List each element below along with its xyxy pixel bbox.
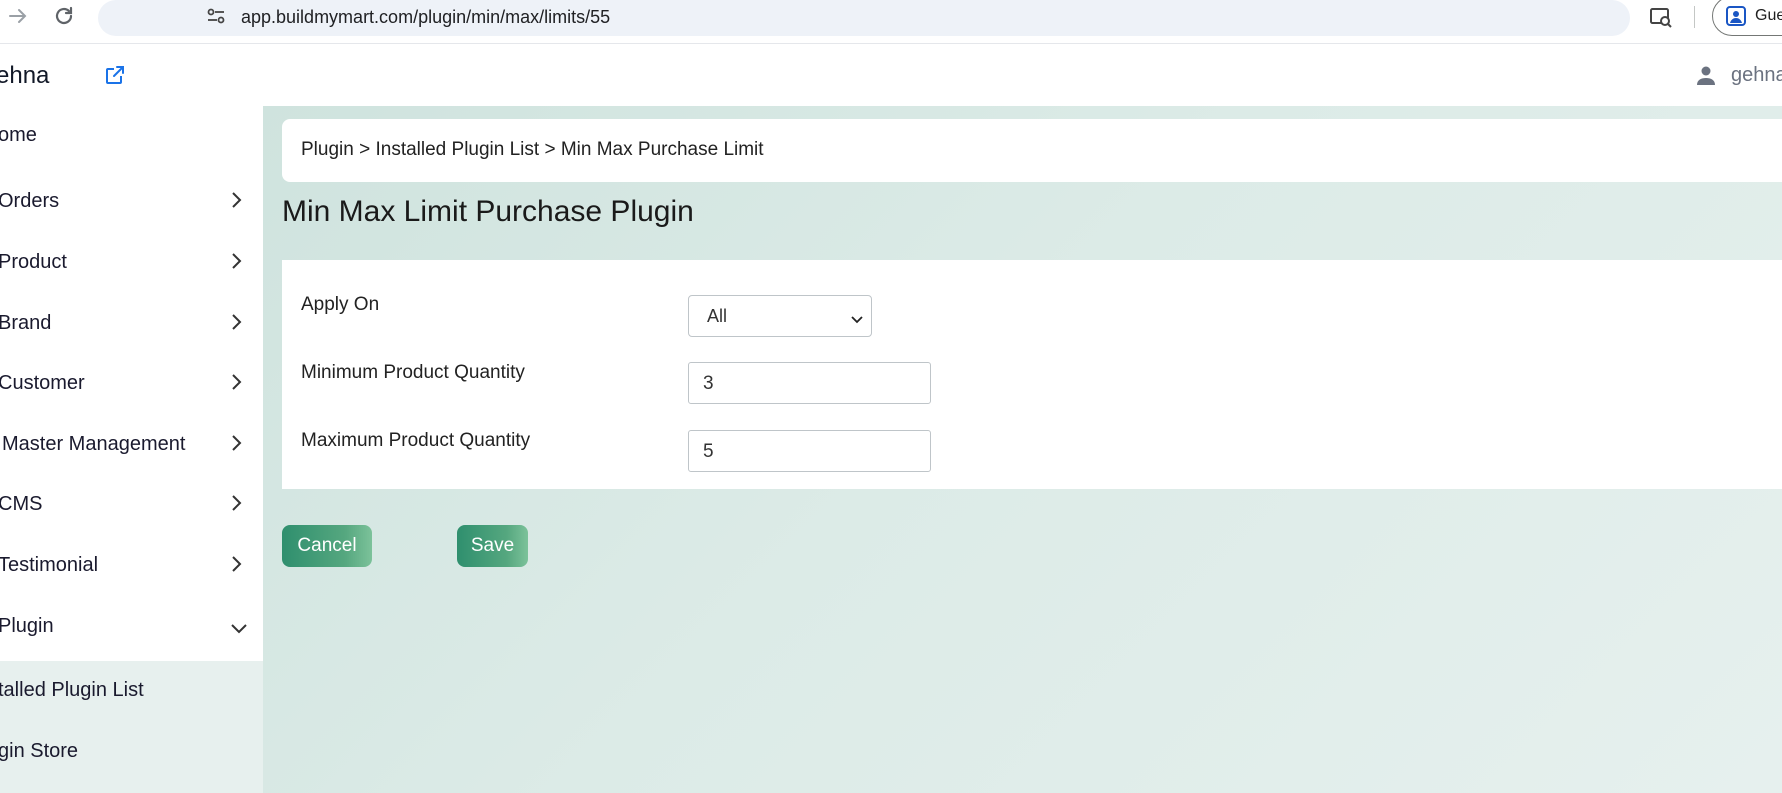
site-info-icon[interactable]	[206, 6, 226, 26]
store-name: ehna	[0, 62, 50, 89]
profile-icon	[1725, 5, 1747, 27]
profile-label: Guest	[1755, 7, 1782, 24]
chevron-right-icon	[226, 493, 246, 513]
submenu-item-plugin-store[interactable]: gin Store	[0, 726, 263, 782]
max-quantity-value: 5	[703, 441, 714, 462]
page-title: Min Max Limit Purchase Plugin	[282, 195, 694, 228]
sidebar-item-label: CMS	[0, 493, 43, 515]
max-quantity-label: Maximum Product Quantity	[301, 430, 531, 451]
sidebar-item-testimonial[interactable]: Testimonial	[0, 540, 263, 596]
submenu-item-label: gin Store	[0, 740, 79, 762]
sidebar-item-label: Orders	[0, 190, 60, 212]
chevron-right-icon	[226, 433, 246, 453]
chevron-right-icon	[226, 372, 246, 392]
external-link-icon[interactable]	[104, 64, 126, 86]
user-icon[interactable]	[1694, 64, 1718, 88]
sidebar-item-product[interactable]: Product	[0, 237, 263, 293]
sidebar-item-cms[interactable]: CMS	[0, 479, 263, 535]
sidebar-item-orders[interactable]: Orders	[0, 176, 263, 232]
sidebar-item-brand[interactable]: Brand	[0, 298, 263, 354]
chevron-right-icon	[226, 554, 246, 574]
chevron-right-icon	[226, 190, 246, 210]
user-name[interactable]: gehna	[1731, 64, 1782, 87]
apply-on-select[interactable]: All	[688, 295, 872, 337]
sidebar: ome Orders Product Brand Customer Master…	[0, 106, 263, 793]
chevron-down-icon	[851, 312, 863, 324]
sidebar-item-label: ome	[0, 124, 37, 146]
min-quantity-input[interactable]: 3	[688, 362, 931, 404]
sidebar-item-customer[interactable]: Customer	[0, 358, 263, 414]
sidebar-item-label: Customer	[0, 372, 85, 394]
reload-icon[interactable]	[52, 4, 76, 28]
breadcrumb-card: Plugin > Installed Plugin List > Min Max…	[282, 119, 1782, 182]
browser-toolbar: app.buildmymart.com/plugin/min/max/limit…	[0, 0, 1782, 44]
chevron-right-icon	[226, 312, 246, 332]
plugin-submenu: talled Plugin List gin Store	[0, 661, 263, 793]
max-quantity-input[interactable]: 5	[688, 430, 931, 472]
sidebar-item-master-management[interactable]: Master Management	[0, 419, 263, 475]
app-header: ehna	[0, 45, 1782, 106]
cancel-button[interactable]: Cancel	[282, 525, 372, 567]
sidebar-item-label: Testimonial	[0, 554, 99, 576]
settings-form: Apply On All Minimum Product Quantity 3 …	[282, 260, 1782, 489]
forward-icon[interactable]	[6, 4, 30, 28]
toolbar-divider	[1694, 6, 1695, 28]
profile-button[interactable]: Guest	[1712, 0, 1782, 36]
apply-on-value: All	[707, 306, 728, 326]
sidebar-item-label: Plugin	[0, 615, 54, 637]
breadcrumb[interactable]: Plugin > Installed Plugin List > Min Max…	[301, 139, 764, 161]
save-button[interactable]: Save	[457, 525, 528, 567]
main-content: Plugin > Installed Plugin List > Min Max…	[263, 106, 1782, 793]
submenu-item-installed-plugin-list[interactable]: talled Plugin List	[0, 665, 263, 721]
min-quantity-value: 3	[703, 373, 714, 394]
submenu-item-label: talled Plugin List	[0, 679, 144, 701]
min-quantity-label: Minimum Product Quantity	[301, 362, 525, 383]
sidebar-item-label: Product	[0, 251, 67, 273]
chevron-right-icon	[226, 251, 246, 271]
sidebar-item-label: Brand	[0, 312, 52, 334]
apply-on-label: Apply On	[301, 294, 380, 315]
sidebar-item-home[interactable]: ome	[0, 110, 263, 166]
address-bar[interactable]: app.buildmymart.com/plugin/min/max/limit…	[98, 0, 1630, 36]
sidebar-item-plugin[interactable]: Plugin	[0, 601, 263, 657]
url-text: app.buildmymart.com/plugin/min/max/limit…	[241, 7, 611, 27]
chevron-down-icon	[229, 618, 249, 638]
sidebar-item-label: Master Management	[2, 433, 186, 455]
lens-search-icon[interactable]	[1648, 4, 1674, 30]
